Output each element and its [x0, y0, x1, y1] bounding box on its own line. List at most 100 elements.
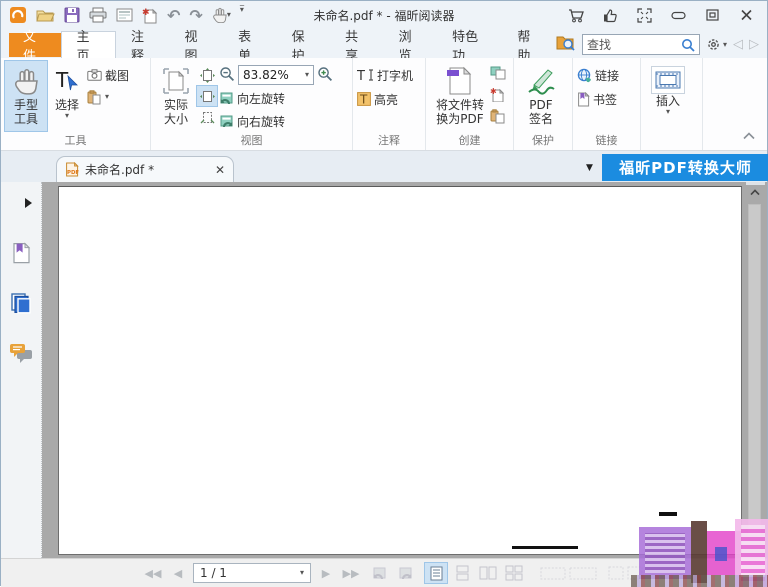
tab-features[interactable]: 特色功 [437, 30, 502, 64]
document-tab[interactable]: PDF 未命名.pdf * ✕ [56, 156, 234, 182]
foxit-logo-icon[interactable] [9, 4, 27, 26]
bookmark-button[interactable]: 书签 [577, 89, 619, 109]
bookmarks-panel-icon[interactable] [8, 240, 34, 266]
find-next-icon[interactable]: ▷ [749, 37, 759, 52]
create-from-scanner-icon[interactable] [490, 65, 506, 84]
zoom-in-icon[interactable] [317, 66, 333, 85]
like-icon[interactable] [595, 4, 625, 26]
zoom-out-icon[interactable] [219, 66, 235, 85]
find-input[interactable] [586, 37, 681, 52]
highlight-icon: T [357, 92, 371, 106]
select-icon: T [54, 64, 80, 98]
expand-panel-icon[interactable] [8, 190, 34, 216]
page-thumbnails-panel-icon[interactable] [8, 290, 34, 316]
fullscreen-icon[interactable] [629, 4, 659, 26]
create-from-clipboard-icon[interactable] [490, 109, 506, 128]
first-page-icon[interactable]: ◀◀ [141, 563, 165, 583]
select-tool-button[interactable]: T 选择 ▾ [47, 61, 87, 131]
continuous-view-icon[interactable] [451, 563, 473, 583]
collapse-ribbon-icon[interactable] [743, 125, 755, 144]
tab-comment[interactable]: 注释 [116, 30, 170, 64]
redo-icon[interactable]: ↷ [189, 4, 202, 26]
page-number-combo[interactable]: 1 / 1 ▾ [193, 563, 311, 583]
pdf-page[interactable] [58, 186, 742, 555]
fit-visible-icon[interactable] [197, 107, 217, 127]
last-page-icon[interactable]: ▶▶ [339, 563, 363, 583]
pdf-sign-button[interactable]: PDF签名 [518, 61, 564, 131]
fit-page-icon[interactable] [197, 65, 217, 85]
continuous-facing-view-icon[interactable] [503, 563, 525, 583]
next-page-icon[interactable]: ▶ [317, 563, 335, 583]
tab-protect[interactable]: 保护 [277, 30, 331, 64]
open-file-icon[interactable] [36, 4, 55, 26]
screenshot-button[interactable]: 截图 [87, 65, 129, 85]
tab-view[interactable]: 视图 [170, 30, 224, 64]
tab-home[interactable]: 主页 [60, 30, 117, 64]
actual-size-button[interactable]: 实际大小 [155, 61, 197, 131]
promo-label: 福昕PDF转换大师 [619, 159, 752, 177]
magnifier-icon[interactable] [681, 38, 695, 52]
tools-group-label: 工具 [64, 134, 87, 147]
restore-button[interactable] [697, 4, 727, 26]
pdf-sign-label: PDF签名 [528, 98, 553, 126]
ribbon-tab-row: 文件 主页 注释 视图 表单 保护 共享 浏览 特色功 帮助 ▾ ◁ ▷ [1, 29, 767, 64]
save-icon[interactable] [64, 4, 80, 26]
rotate-right-button[interactable]: 向右旋转 [219, 111, 333, 131]
customize-toolbar-icon[interactable]: ─ ▾ [240, 3, 244, 26]
rotate-left-label: 向左旋转 [237, 91, 286, 106]
tab-share[interactable]: 共享 [330, 30, 384, 64]
hand-tool-dropdown-icon[interactable]: ▾ [212, 4, 231, 26]
status-rotate-left-icon[interactable] [369, 563, 389, 583]
link-group-label: 链接 [595, 134, 618, 147]
vertical-scrollbar[interactable] [746, 184, 763, 556]
single-page-view-icon[interactable] [424, 562, 448, 584]
group-comment: T 打字机 T 高亮 注释 [353, 58, 426, 150]
close-button[interactable] [731, 4, 761, 26]
highlight-button[interactable]: T 高亮 [357, 89, 413, 109]
comment-group-label: 注释 [378, 134, 400, 147]
rotate-left-button[interactable]: 向左旋转 [219, 88, 333, 108]
undo-icon[interactable]: ↶ [167, 4, 180, 26]
group-create: 将文件转换为PDF ✱ 创建 [426, 58, 514, 150]
scroll-up-icon[interactable] [746, 184, 763, 200]
previous-page-icon[interactable]: ◀ [169, 563, 187, 583]
insert-button[interactable]: 插入 ▾ [645, 61, 691, 131]
facing-view-icon[interactable] [477, 563, 499, 583]
tab-help[interactable]: 帮助 [502, 30, 556, 64]
search-folder-icon[interactable] [556, 34, 576, 55]
hand-tool-button[interactable]: 手型工具 [4, 60, 48, 132]
ghost-status-icon-1 [539, 563, 599, 583]
svg-text:T: T [359, 92, 368, 106]
convert-to-pdf-label: 将文件转换为PDF [435, 98, 484, 126]
find-settings-icon[interactable]: ▾ [706, 37, 727, 52]
fit-width-icon[interactable] [196, 85, 218, 107]
document-view[interactable] [42, 182, 767, 558]
zoom-level-combo[interactable]: 83.82% ▾ [238, 65, 314, 85]
tab-file[interactable]: 文件 [9, 30, 61, 64]
zoom-level-value: 83.82% [243, 68, 289, 82]
comments-panel-icon[interactable] [8, 340, 34, 366]
typewriter-button[interactable]: T 打字机 [357, 65, 413, 85]
tab-form[interactable]: 表单 [223, 30, 277, 64]
store-cart-icon[interactable] [561, 4, 591, 26]
print-icon[interactable] [89, 4, 107, 26]
scrollbar-thumb[interactable] [748, 204, 761, 536]
convert-to-pdf-button[interactable]: 将文件转换为PDF [430, 61, 490, 131]
group-link: 链接 书签 链接 [573, 58, 641, 150]
clipboard-paste-button[interactable]: ▾ [87, 87, 129, 107]
minimize-button[interactable] [663, 4, 693, 26]
document-tab-close-icon[interactable]: ✕ [215, 163, 225, 177]
tab-browse[interactable]: 浏览 [384, 30, 438, 64]
page-number-value: 1 / 1 [200, 566, 227, 580]
tab-list-dropdown-icon[interactable]: ▼ [586, 163, 593, 173]
email-icon[interactable] [116, 4, 133, 26]
find-previous-icon[interactable]: ◁ [733, 37, 743, 52]
link-button[interactable]: 链接 [577, 65, 619, 85]
navigation-sidebar [1, 182, 42, 558]
actual-size-icon [161, 64, 191, 98]
promo-banner[interactable]: 福昕PDF转换大师 [602, 154, 768, 181]
rotate-right-label: 向右旋转 [237, 114, 286, 129]
new-document-icon[interactable]: ✱ [142, 4, 158, 26]
create-blank-icon[interactable]: ✱ [490, 87, 506, 106]
status-rotate-right-icon[interactable] [395, 563, 415, 583]
